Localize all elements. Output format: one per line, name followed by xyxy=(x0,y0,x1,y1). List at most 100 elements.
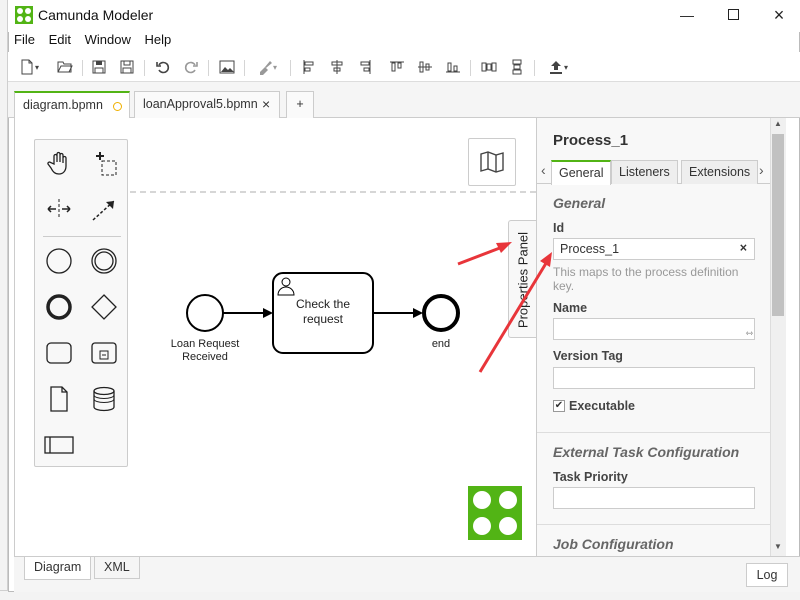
maximize-icon xyxy=(727,7,739,23)
section-divider xyxy=(537,432,770,433)
open-file-button[interactable] xyxy=(54,56,76,78)
pool-icon xyxy=(44,436,74,454)
data-store-tool[interactable] xyxy=(89,384,119,414)
align-left-button[interactable] xyxy=(298,56,320,78)
start-event-tool[interactable] xyxy=(44,246,74,276)
minimize-icon: — xyxy=(680,7,694,23)
undo-button[interactable] xyxy=(152,56,174,78)
section-divider xyxy=(537,524,770,525)
align-center-button[interactable] xyxy=(326,56,348,78)
task-label: Check the request xyxy=(295,297,351,326)
start-event-icon xyxy=(46,248,72,274)
id-input[interactable]: Process_1 × xyxy=(553,238,755,260)
close-button[interactable]: × xyxy=(756,0,800,30)
tab-xml-view[interactable]: XML xyxy=(94,557,140,579)
tab-extensions[interactable]: Extensions xyxy=(681,160,759,184)
file-tabs: diagram.bpmn loanApproval5.bpmn × + xyxy=(8,82,800,118)
connect-arrow-icon xyxy=(92,200,115,221)
tab-diagram-view[interactable]: Diagram xyxy=(24,557,92,580)
unsaved-indicator-icon xyxy=(113,102,122,111)
annotation-arrow-line xyxy=(478,259,550,373)
menu-bar: File Edit Window Help xyxy=(8,32,800,52)
menu-file[interactable]: File xyxy=(14,32,35,47)
intermediate-event-icon xyxy=(91,248,117,274)
save-button[interactable] xyxy=(88,56,110,78)
color-picker-button[interactable]: ▾ xyxy=(252,56,282,78)
save-icon xyxy=(92,60,106,74)
camunda-watermark-logo xyxy=(468,486,522,540)
job-configuration-heading: Job Configuration xyxy=(553,536,674,552)
close-icon: × xyxy=(773,4,785,25)
menu-help[interactable]: Help xyxy=(144,32,171,47)
background-window-edge xyxy=(0,0,8,600)
redo-button[interactable] xyxy=(180,56,202,78)
minimize-button[interactable]: — xyxy=(664,0,710,30)
name-input[interactable]: ⇿ xyxy=(553,318,755,340)
align-left-icon xyxy=(303,60,314,74)
task-tool[interactable] xyxy=(44,338,74,368)
properties-panel: Process_1 ‹ General Listeners Extensions… xyxy=(536,118,770,556)
resize-handle-icon[interactable]: ⇿ xyxy=(745,328,753,339)
save-as-button[interactable] xyxy=(116,56,138,78)
annotation-arrow-head xyxy=(496,242,512,253)
tab-diagram-bpmn[interactable]: diagram.bpmn xyxy=(14,91,130,118)
external-task-heading: External Task Configuration xyxy=(553,444,740,460)
start-event-label: Loan Request Received xyxy=(170,338,240,363)
tab-general[interactable]: General xyxy=(551,160,612,185)
process-boundary-line xyxy=(130,191,536,193)
menu-window[interactable]: Window xyxy=(85,32,131,47)
data-object-icon xyxy=(50,386,68,412)
tabs-scroll-left-icon[interactable]: ‹ xyxy=(541,162,546,178)
pool-tool[interactable] xyxy=(44,430,74,460)
maximize-button[interactable] xyxy=(710,0,756,30)
undo-icon xyxy=(156,61,170,74)
scroll-down-icon[interactable]: ▼ xyxy=(774,542,782,551)
intermediate-event-tool[interactable] xyxy=(89,246,119,276)
executable-checkbox[interactable]: ✔ xyxy=(553,400,565,412)
lasso-tool-button[interactable] xyxy=(89,148,119,178)
log-button[interactable]: Log xyxy=(746,563,788,587)
align-middle-button[interactable] xyxy=(414,56,436,78)
menu-edit[interactable]: Edit xyxy=(49,32,71,47)
new-tab-button[interactable]: + xyxy=(286,91,314,118)
panel-scrollbar-thumb[interactable] xyxy=(772,134,784,316)
end-event-tool[interactable] xyxy=(44,292,74,322)
distribute-horizontal-button[interactable] xyxy=(478,56,500,78)
panel-tabs: ‹ General Listeners Extensions › xyxy=(537,158,770,185)
subprocess-icon xyxy=(91,342,117,364)
version-tag-label: Version Tag xyxy=(553,349,623,363)
executable-label: Executable xyxy=(569,399,636,413)
tab-listeners[interactable]: Listeners xyxy=(611,160,678,184)
export-image-button[interactable] xyxy=(216,56,238,78)
tab-loanapproval5-bpmn[interactable]: loanApproval5.bpmn × xyxy=(134,91,280,118)
align-bottom-icon xyxy=(446,62,460,73)
align-top-button[interactable] xyxy=(386,56,408,78)
panel-title: Process_1 xyxy=(553,132,629,149)
space-tool-button[interactable] xyxy=(44,194,74,224)
task-priority-input[interactable] xyxy=(553,487,755,509)
tool-palette xyxy=(34,139,128,467)
distribute-vertical-button[interactable] xyxy=(506,56,528,78)
version-tag-input[interactable] xyxy=(553,367,755,389)
title-bar: Camunda Modeler — × xyxy=(8,0,800,32)
data-object-tool[interactable] xyxy=(44,384,74,414)
tab-close-icon[interactable]: × xyxy=(262,96,270,112)
tabs-scroll-right-icon[interactable]: › xyxy=(759,162,764,178)
minimap-toggle-button[interactable] xyxy=(468,138,516,186)
deploy-button[interactable]: ▾ xyxy=(542,56,574,78)
global-connect-tool-button[interactable] xyxy=(89,194,119,224)
folder-open-icon xyxy=(57,61,73,73)
clear-id-icon[interactable]: × xyxy=(740,241,747,255)
subprocess-tool[interactable] xyxy=(89,338,119,368)
scroll-up-icon[interactable]: ▲ xyxy=(774,119,782,128)
align-bottom-button[interactable] xyxy=(442,56,464,78)
align-right-button[interactable] xyxy=(354,56,376,78)
new-file-button[interactable]: ▾ xyxy=(14,56,44,78)
gateway-tool[interactable] xyxy=(89,292,119,322)
redo-icon xyxy=(184,61,198,74)
start-event-shape[interactable] xyxy=(186,294,224,332)
hand-tool-button[interactable] xyxy=(44,148,74,178)
general-heading: General xyxy=(553,195,606,211)
window-title: Camunda Modeler xyxy=(38,7,154,23)
upload-icon xyxy=(549,61,562,74)
